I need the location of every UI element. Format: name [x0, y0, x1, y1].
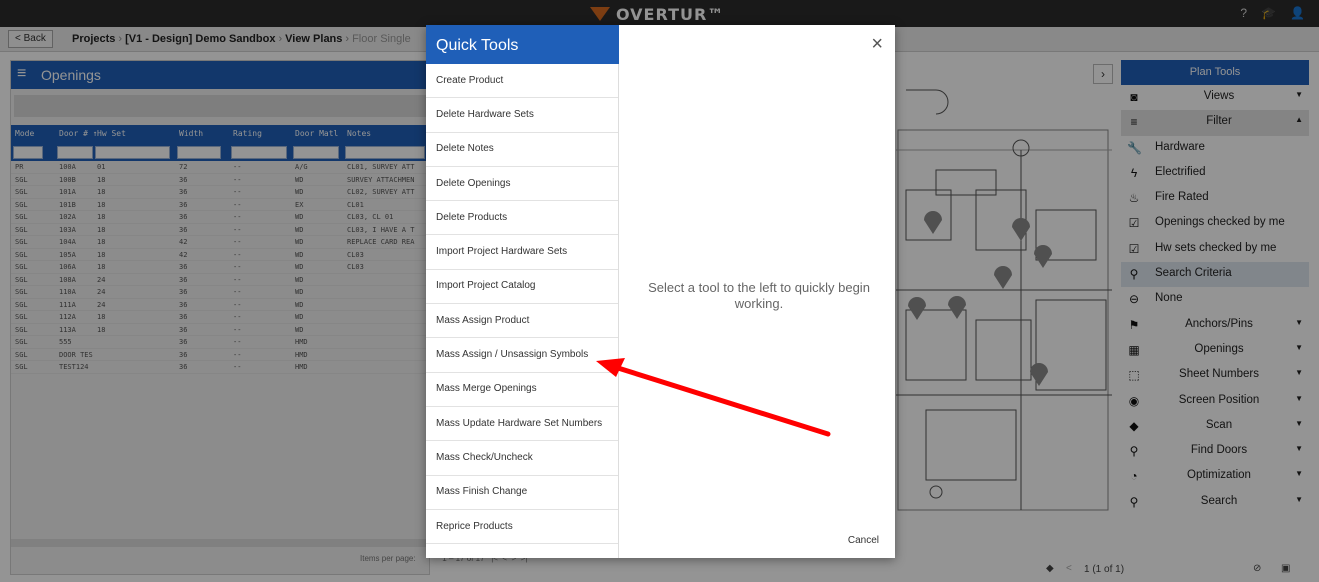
quick-tool-item[interactable]: Delete Products	[426, 201, 618, 236]
quick-tool-item[interactable]: Delete Hardware Sets	[426, 98, 618, 133]
quick-tool-item[interactable]: Reprice Products	[426, 510, 618, 545]
quick-tool-item[interactable]: Mass Check/Uncheck	[426, 441, 618, 476]
quick-tools-list: Create Product Delete Hardware Sets Delete…	[426, 64, 619, 558]
quick-tool-item[interactable]: Import Project Catalog	[426, 270, 618, 305]
quick-tools-title: Quick Tools	[426, 25, 619, 64]
quick-tool-item[interactable]: Mass Finish Change	[426, 476, 618, 510]
close-icon[interactable]: ×	[871, 33, 883, 56]
quick-tool-item[interactable]: Import Project Hardware Sets	[426, 235, 618, 270]
quick-tool-item[interactable]: Mass Assign Product	[426, 304, 618, 339]
quick-tool-item[interactable]: Delete Openings	[426, 167, 618, 202]
quick-tool-item[interactable]: Create Product	[426, 64, 618, 99]
cancel-button[interactable]: Cancel	[848, 535, 879, 546]
quick-tool-item[interactable]: Delete Notes	[426, 133, 618, 167]
quick-tool-item[interactable]: Mass Update Hardware Set Numbers	[426, 407, 618, 442]
quick-tools-hint: Select a tool to the left to quickly beg…	[648, 280, 870, 311]
quick-tools-dialog: Quick Tools Create Product Delete Hardwar…	[426, 25, 895, 558]
quick-tool-item[interactable]: Mass Assign / Unsassign Symbols	[426, 338, 618, 373]
quick-tool-item[interactable]: Mass Merge Openings	[426, 373, 618, 407]
